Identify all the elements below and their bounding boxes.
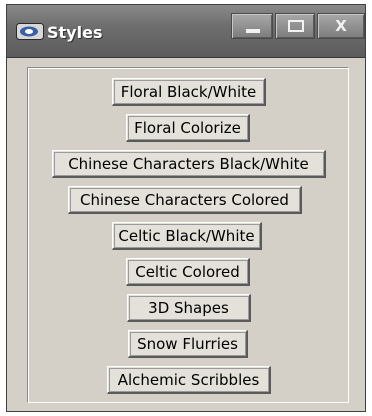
- close-button[interactable]: X: [317, 13, 365, 39]
- chinese-characters-colored-button[interactable]: Chinese Characters Colored: [68, 186, 302, 214]
- 3d-shapes-button[interactable]: 3D Shapes: [127, 294, 251, 322]
- title-bar[interactable]: Styles X: [7, 5, 365, 58]
- floral-colorize-button[interactable]: Floral Colorize: [126, 114, 250, 142]
- minimize-button[interactable]: [231, 13, 273, 39]
- alchemic-scribbles-button[interactable]: Alchemic Scribbles: [107, 366, 271, 394]
- snow-flurries-button[interactable]: Snow Flurries: [128, 330, 248, 358]
- app-icon: [16, 23, 44, 40]
- celtic-colored-button[interactable]: Celtic Colored: [126, 258, 250, 286]
- maximize-icon: [288, 20, 304, 32]
- styles-button-panel: Floral Black/White Floral Colorize Chine…: [27, 67, 349, 403]
- window-title: Styles: [47, 23, 103, 42]
- minimize-icon: [246, 29, 260, 33]
- chinese-characters-black-white-button[interactable]: Chinese Characters Black/White: [52, 150, 326, 178]
- close-icon: X: [335, 17, 347, 35]
- styles-window: Styles X Floral Black/White Floral Color…: [6, 4, 366, 412]
- floral-black-white-button[interactable]: Floral Black/White: [112, 78, 266, 106]
- maximize-button[interactable]: [275, 13, 315, 39]
- celtic-black-white-button[interactable]: Celtic Black/White: [112, 222, 262, 250]
